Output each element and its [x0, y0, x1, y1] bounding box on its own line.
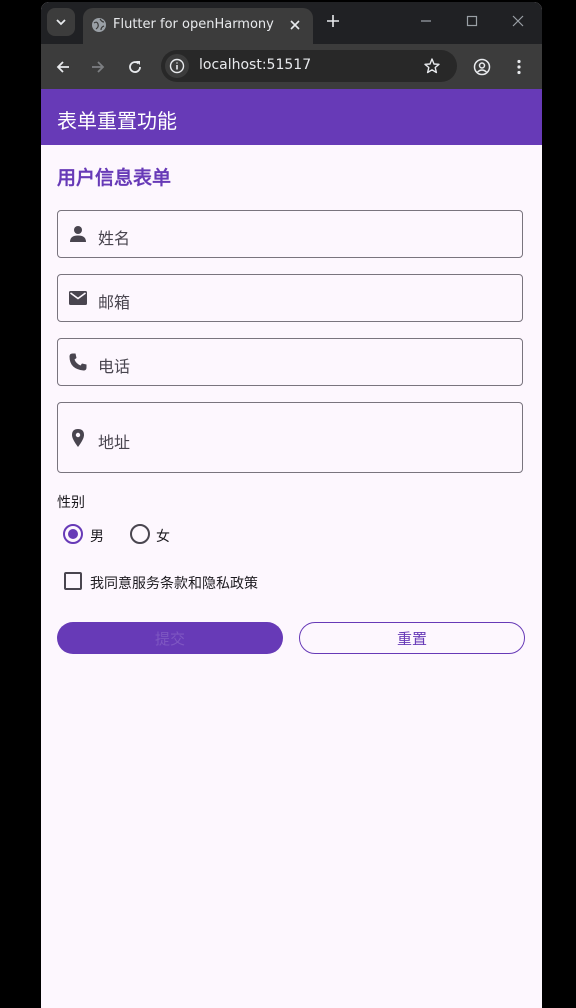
more-menu-icon[interactable] [510, 58, 528, 76]
browser-toolbar: localhost:51517 [41, 44, 542, 89]
phone-label: 电话 [98, 357, 131, 376]
email-field[interactable]: 邮箱 [57, 274, 523, 322]
browser-tab[interactable]: Flutter for openHarmony [83, 8, 313, 44]
window-close-icon[interactable] [510, 13, 526, 29]
reset-button[interactable]: 重置 [299, 622, 525, 654]
bookmark-star-icon[interactable] [423, 57, 441, 75]
radio-female-label: 女 [156, 529, 170, 545]
phone-field[interactable]: 电话 [57, 338, 523, 386]
url-text: localhost:51517 [199, 57, 312, 73]
name-label: 姓名 [98, 229, 131, 248]
address-bar[interactable]: localhost:51517 [161, 50, 457, 82]
radio-male[interactable] [63, 524, 83, 544]
maximize-icon[interactable] [464, 13, 480, 29]
gender-label: 性别 [57, 495, 85, 511]
site-info-button[interactable] [165, 54, 189, 78]
phone-icon [69, 353, 87, 371]
info-icon [169, 58, 185, 74]
person-icon [70, 226, 86, 242]
agreement-checkbox[interactable] [64, 572, 82, 590]
tab-search-button[interactable] [47, 8, 75, 36]
close-icon[interactable] [287, 17, 303, 33]
minimize-icon[interactable] [418, 13, 434, 29]
form-heading: 用户信息表单 [57, 167, 172, 189]
chevron-down-icon [56, 19, 66, 26]
email-label: 邮箱 [98, 293, 131, 312]
new-tab-icon[interactable] [325, 13, 341, 29]
forward-arrow-icon[interactable] [89, 58, 107, 76]
address-field[interactable]: 地址 [57, 402, 523, 473]
agreement-label: 我同意服务条款和隐私政策 [90, 576, 258, 592]
address-label: 地址 [98, 433, 131, 452]
submit-button[interactable]: 提交 [57, 622, 283, 654]
browser-window: Flutter for openHarmony localhost:51517 … [41, 2, 542, 1008]
mail-icon [69, 291, 87, 305]
back-arrow-icon[interactable] [54, 58, 72, 76]
page-title: 表单重置功能 [57, 109, 177, 133]
reload-icon[interactable] [126, 58, 144, 76]
globe-icon [92, 18, 106, 32]
location-pin-icon [72, 429, 84, 447]
app-bar: 表单重置功能 [41, 89, 542, 145]
profile-icon[interactable] [473, 58, 491, 76]
radio-male-label: 男 [90, 529, 104, 545]
tab-strip: Flutter for openHarmony [41, 2, 542, 44]
tab-title: Flutter for openHarmony [113, 17, 274, 32]
radio-female[interactable] [130, 524, 150, 544]
name-field[interactable]: 姓名 [57, 210, 523, 258]
